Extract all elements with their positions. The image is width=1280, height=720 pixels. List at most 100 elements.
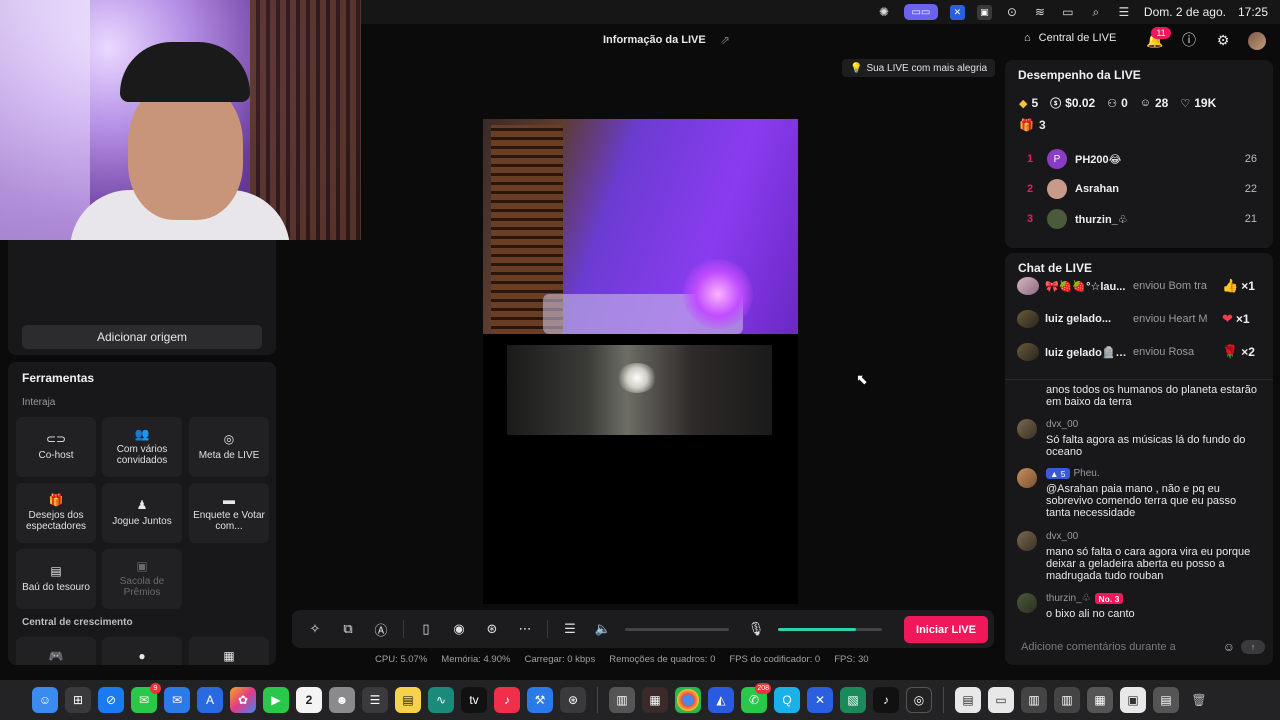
emoji-icon[interactable]: ☺ — [1223, 640, 1235, 654]
tip-pill[interactable]: 💡 Sua LIVE com mais alegria — [842, 59, 996, 77]
calendar-icon[interactable]: 2 — [296, 687, 322, 713]
tile-label: Desejos dos espectadores — [25, 510, 87, 533]
contacts-icon[interactable]: ☻ — [329, 687, 355, 713]
settings-sliders-icon[interactable]: ☰ — [559, 618, 581, 640]
tile-co-host[interactable]: ⊂⊃ Co-host — [16, 417, 96, 477]
window-thumb-icon[interactable]: ▥ — [1021, 687, 1047, 713]
preview-main-camera — [483, 119, 798, 334]
record-icon[interactable]: ◉ — [448, 618, 470, 640]
messages-icon[interactable]: ✉ 9 — [131, 683, 161, 713]
add-source-button[interactable]: Adicionar origem — [22, 325, 262, 349]
level-value: 5 — [1060, 468, 1066, 479]
wifi-icon[interactable]: ≋ — [1032, 5, 1048, 19]
avatar — [1017, 468, 1037, 488]
apple-tv-icon[interactable]: tv — [461, 687, 487, 713]
grid-app-icon[interactable]: ▦ — [642, 687, 668, 713]
capcut-icon[interactable]: ✕ — [949, 4, 965, 20]
xcode-icon[interactable]: ⚒ — [527, 687, 553, 713]
preview-app-icon[interactable]: ▧ — [840, 687, 866, 713]
battery-icon[interactable]: ▭ — [1060, 5, 1076, 19]
facetime-icon[interactable]: ▶ — [263, 687, 289, 713]
ranking-row[interactable]: 1 P PH200😂 26 — [1027, 148, 1257, 170]
tile-play-together[interactable]: ♟ Jogue Juntos — [102, 483, 182, 543]
openai-icon[interactable]: ✺ — [876, 5, 892, 19]
live-info-title[interactable]: Informação da LIVE — [603, 34, 706, 46]
capcut-dock-icon[interactable]: ✕ — [807, 687, 833, 713]
tile-label: Co-host — [38, 449, 74, 461]
finder-icon[interactable]: ☺ — [32, 687, 58, 713]
gift-box-icon: 🎁 — [1019, 118, 1034, 132]
send-button[interactable]: ↑ — [1241, 640, 1265, 654]
chat-message[interactable]: ▲ 5 Pheu. @Asrahan paia mano , não e pq … — [1017, 468, 1265, 524]
tile-growth-3[interactable]: ▦ — [189, 637, 269, 665]
settings-gear-icon[interactable]: ⚙ — [1214, 31, 1232, 49]
screen-sharing-icon[interactable]: ▭▭ — [903, 4, 938, 20]
control-center-icon[interactable]: ☰ — [1116, 5, 1132, 19]
gift-notification[interactable]: luiz gelado... enviou Heart M ❤ ×1 — [1017, 308, 1269, 330]
maps-app-icon[interactable]: ◭ — [708, 687, 734, 713]
launchpad-icon[interactable]: ⊞ — [65, 687, 91, 713]
tv-label: tv — [469, 693, 479, 707]
phone-icon[interactable]: ▯ — [415, 618, 437, 640]
tile-poll[interactable]: ▬ Enquete e Votar com... — [189, 483, 269, 543]
quicktime-icon[interactable]: Q — [774, 687, 800, 713]
folder-thumb-icon[interactable]: ▦ — [1087, 687, 1113, 713]
tiktok-icon[interactable]: ♪ — [873, 687, 899, 713]
ranking-row[interactable]: 3 thurzin_♧ 21 — [1027, 208, 1257, 230]
mic-level-slider[interactable] — [778, 627, 882, 631]
camera-switch-icon[interactable]: ⊛ — [481, 618, 503, 640]
tile-growth-2[interactable]: ● — [102, 637, 182, 665]
reminders-icon[interactable]: ☰ — [362, 687, 388, 713]
tile-live-goal[interactable]: ◎ Meta de LIVE — [189, 417, 269, 477]
tile-viewer-wishes[interactable]: 🎁 Desejos dos espectadores — [16, 483, 96, 543]
share-icon[interactable]: ⇗ — [720, 33, 730, 47]
stocks-icon[interactable]: ∿ — [428, 687, 454, 713]
microphone-icon[interactable]: 🎙 — [745, 618, 767, 640]
menubar-time[interactable]: 17:25 — [1238, 5, 1268, 19]
screenshot-icon[interactable]: ▭ — [988, 687, 1014, 713]
document-icon[interactable]: ▤ — [955, 687, 981, 713]
volume-slider[interactable] — [625, 627, 729, 631]
chat-divider — [1005, 379, 1273, 380]
notes-icon[interactable]: ▤ — [395, 687, 421, 713]
mail-icon[interactable]: ✉ — [164, 687, 190, 713]
archive-icon[interactable]: ▥ — [609, 687, 635, 713]
app-store-icon[interactable]: A — [197, 687, 223, 713]
chat-message[interactable]: dvx_00 Só falta agora as músicas lá do f… — [1017, 419, 1265, 459]
profile-avatar[interactable] — [1248, 32, 1266, 50]
gift-notification[interactable]: 🎀🍓🍓°☆lau... enviou Bom tra 👍 ×1 — [1017, 275, 1269, 297]
play-circle-icon[interactable]: ⊙ — [1004, 5, 1020, 19]
trash-icon[interactable]: 🗑 — [1186, 687, 1212, 713]
magic-wand-icon[interactable]: ✧ — [304, 618, 326, 640]
go-live-button[interactable]: Iniciar LIVE — [904, 616, 988, 643]
gift-icon: 🌹 — [1222, 344, 1239, 359]
tile-treasure-chest[interactable]: ▤ Baú do tesouro — [16, 549, 96, 609]
search-icon[interactable]: ⌕ — [1088, 5, 1104, 19]
chat-comment-input[interactable] — [1013, 641, 1223, 653]
chrome-icon[interactable] — [675, 687, 701, 713]
whatsapp-icon[interactable]: ✆ 208 — [741, 683, 771, 713]
speaker-icon[interactable]: 🔈 — [592, 618, 614, 640]
gift-notification[interactable]: luiz gelado🪦🪦 enviou Rosa 🌹 ×2 — [1017, 341, 1269, 363]
photos-icon[interactable]: ✿ — [230, 687, 256, 713]
image-thumb-icon[interactable]: ▣ — [1120, 687, 1146, 713]
safari-icon[interactable]: ⊘ — [98, 687, 124, 713]
ranking-row[interactable]: 2 Asrahan 22 — [1027, 178, 1257, 200]
ai-icon[interactable]: Ⓐ — [370, 618, 392, 640]
obs-icon[interactable]: ◎ — [906, 687, 932, 713]
window-thumb-icon[interactable]: ▥ — [1054, 687, 1080, 713]
live-center-link[interactable]: ⌂ Central de LIVE — [1024, 32, 1116, 44]
help-icon[interactable]: ⓘ — [1180, 31, 1198, 49]
chat-message[interactable]: thurzin_♧ No. 3 o bixo ali no canto — [1017, 593, 1265, 623]
downloads-icon[interactable]: ▤ — [1153, 687, 1179, 713]
music-icon[interactable]: ♪ — [494, 687, 520, 713]
chat-message[interactable]: anos todos os humanos do planeta estarão… — [1017, 384, 1265, 412]
tile-growth-1[interactable]: 🎮 — [16, 637, 96, 665]
finder-sync-icon[interactable]: ▣ — [976, 4, 992, 20]
menubar-date[interactable]: Dom. 2 de ago. — [1144, 5, 1226, 19]
screen-add-icon[interactable]: ⧉ — [337, 618, 359, 640]
more-icon[interactable]: ⋯ — [514, 618, 536, 640]
tile-multi-guest[interactable]: 👥 Com vários convidados — [102, 417, 182, 477]
compass-icon[interactable]: ⊛ — [560, 687, 586, 713]
chat-message[interactable]: dvx_00 mano só falta o cara agora vira e… — [1017, 531, 1265, 587]
